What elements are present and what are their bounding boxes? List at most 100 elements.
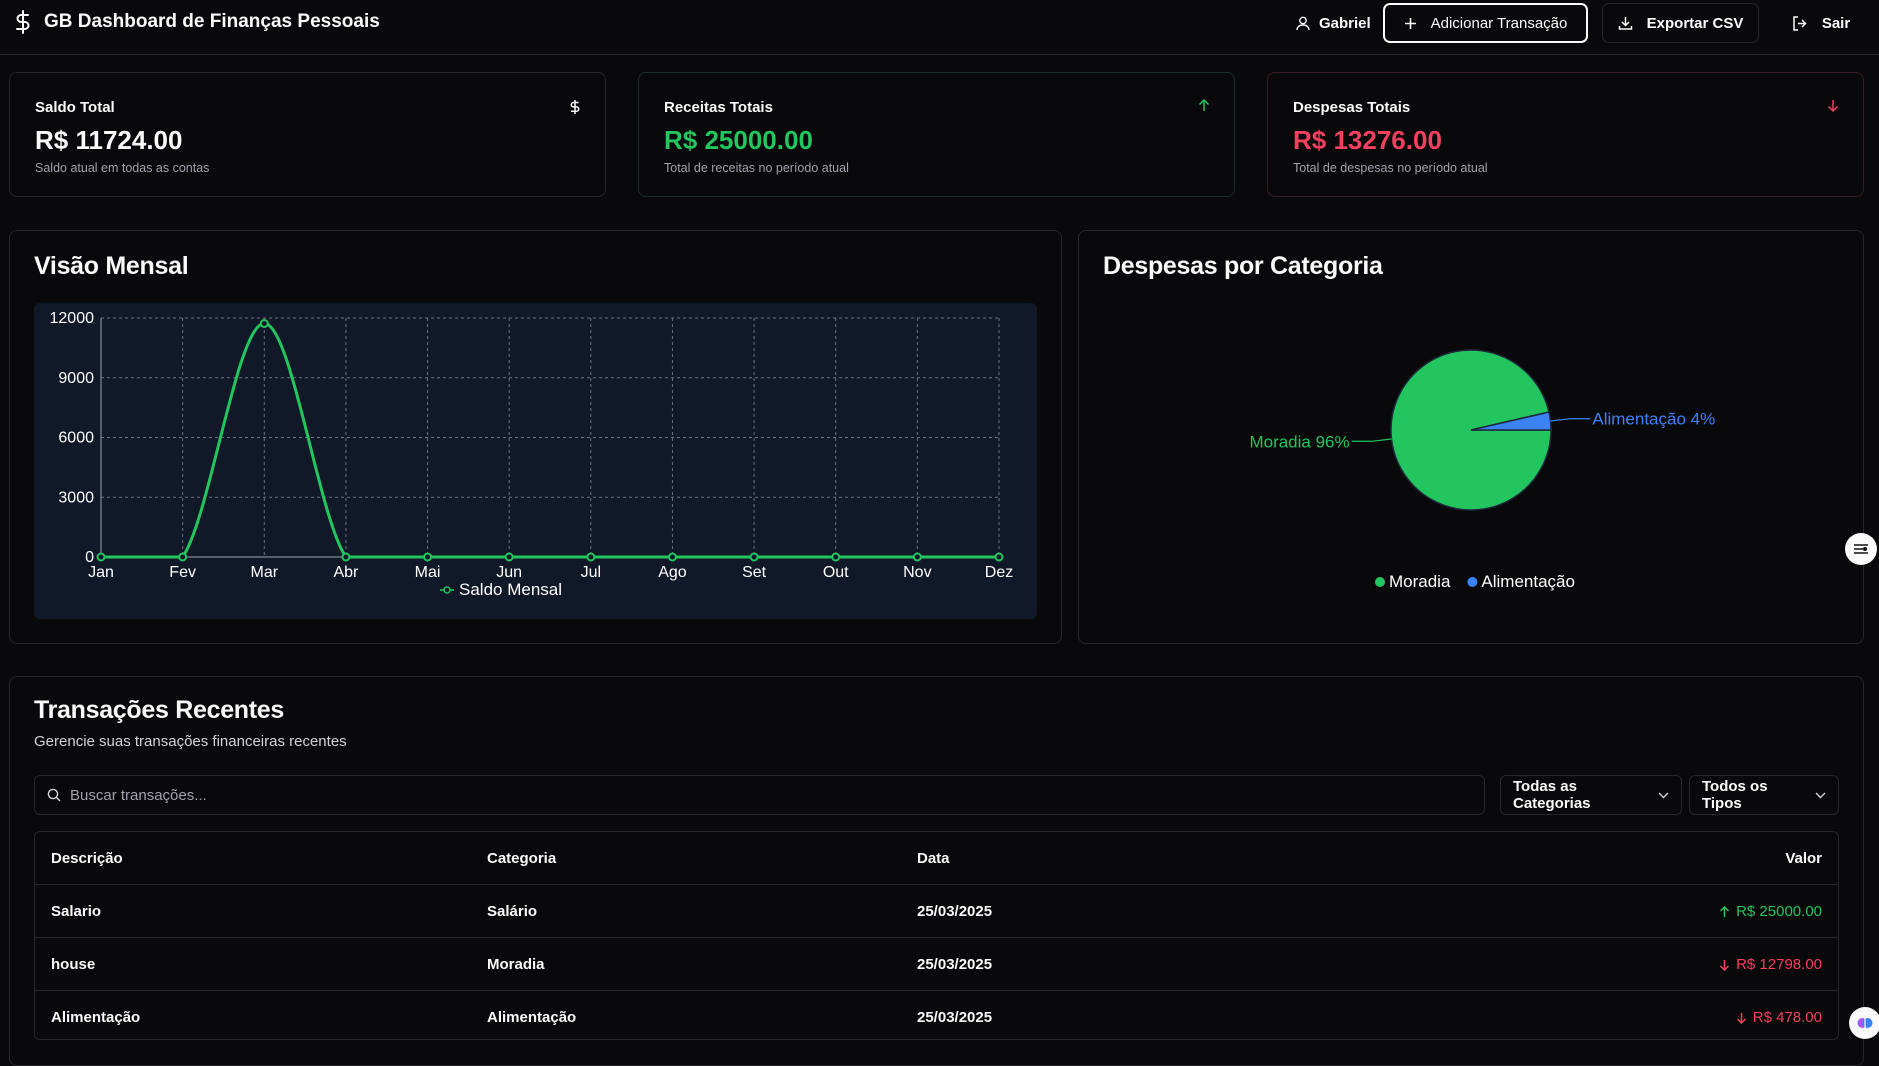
data-point[interactable] bbox=[178, 552, 188, 562]
logout-icon bbox=[1792, 15, 1808, 31]
cell-value: R$ 12798.00 bbox=[1719, 938, 1822, 991]
stat-card-balance: Saldo Total R$ 11724.00 Saldo atual em t… bbox=[9, 72, 606, 197]
stat-card-income: Receitas Totais R$ 25000.00 Total de rec… bbox=[638, 72, 1235, 197]
plus-icon bbox=[1404, 17, 1417, 30]
assistant-widget-button[interactable] bbox=[1849, 1007, 1879, 1039]
legend-label: Saldo Mensal bbox=[459, 580, 562, 599]
x-tick-label: Out bbox=[823, 564, 849, 581]
column-header-description[interactable]: Descrição bbox=[51, 832, 123, 885]
add-transaction-button[interactable]: Adicionar Transação bbox=[1383, 3, 1588, 43]
x-tick-label: Fev bbox=[169, 564, 196, 581]
data-point[interactable] bbox=[586, 552, 596, 562]
table-row[interactable]: Alimentação Alimentação 25/03/2025 R$ 47… bbox=[35, 991, 1838, 1039]
data-point[interactable] bbox=[749, 552, 759, 562]
download-icon bbox=[1618, 16, 1633, 31]
y-tick-label: 9000 bbox=[58, 370, 94, 387]
table-row[interactable]: Salario Salário 25/03/2025 R$ 25000.00 bbox=[35, 885, 1838, 938]
data-point[interactable] bbox=[504, 552, 514, 562]
x-tick-label: Jul bbox=[581, 564, 601, 581]
pie-label-line bbox=[1351, 438, 1392, 442]
export-csv-button[interactable]: Exportar CSV bbox=[1602, 3, 1759, 43]
brand: GB Dashboard de Finanças Pessoais bbox=[12, 10, 380, 34]
pie-slice-label: Alimentação 4% bbox=[1592, 410, 1715, 429]
cell-category: Salário bbox=[487, 903, 538, 920]
stat-subtitle: Total de despesas no período atual bbox=[1293, 161, 1488, 175]
user-name: Gabriel bbox=[1319, 14, 1371, 32]
dollar-icon bbox=[569, 99, 581, 115]
x-tick-label: Ago bbox=[658, 564, 687, 581]
pie-chart: Moradia 96% Alimentação 4% Moradia Alimenta… bbox=[1079, 290, 1863, 620]
user-icon bbox=[1296, 16, 1310, 31]
cell-description: Salario bbox=[51, 903, 102, 920]
export-csv-label: Exportar CSV bbox=[1646, 14, 1744, 32]
transactions-subtitle: Gerencie suas transações financeiras rec… bbox=[34, 733, 347, 750]
dollar-logo-icon bbox=[12, 10, 34, 34]
column-header-category[interactable]: Categoria bbox=[487, 832, 556, 885]
stat-value: R$ 11724.00 bbox=[35, 125, 183, 155]
pie-slice-label: Moradia 96% bbox=[1249, 432, 1349, 451]
app-title: GB Dashboard de Finanças Pessoais bbox=[44, 11, 380, 32]
category-title: Despesas por Categoria bbox=[1103, 252, 1383, 280]
add-transaction-label: Adicionar Transação bbox=[1430, 14, 1568, 32]
transactions-table: Descrição Categoria Data Valor Salario S… bbox=[34, 831, 1839, 1040]
series-line-saldo-mensal bbox=[101, 321, 999, 559]
data-point[interactable] bbox=[831, 552, 841, 562]
pie-legend: Moradia Alimentação bbox=[1375, 572, 1575, 591]
x-tick-label: Mar bbox=[250, 564, 278, 581]
data-point[interactable] bbox=[341, 552, 351, 562]
stat-title: Receitas Totais bbox=[664, 99, 773, 116]
data-point[interactable] bbox=[912, 552, 922, 562]
user-menu[interactable]: Gabriel bbox=[1296, 12, 1371, 34]
stat-card-expense: Despesas Totais R$ 13276.00 Total de des… bbox=[1267, 72, 1864, 197]
legend-label: Moradia bbox=[1389, 572, 1451, 591]
chart-legend: Saldo Mensal bbox=[440, 580, 562, 599]
column-header-value[interactable]: Valor bbox=[1785, 832, 1822, 885]
arrow-down-icon bbox=[1827, 99, 1839, 112]
cell-category: Moradia bbox=[487, 956, 545, 973]
logout-button[interactable]: Sair bbox=[1776, 3, 1866, 43]
x-tick-label: Set bbox=[742, 564, 767, 581]
table-header: Descrição Categoria Data Valor bbox=[35, 832, 1838, 885]
search-input[interactable] bbox=[70, 786, 1450, 804]
category-filter-value: Todas as Categorias bbox=[1513, 778, 1591, 812]
x-tick-label: Dez bbox=[985, 564, 1013, 581]
y-tick-label: 6000 bbox=[58, 430, 94, 447]
x-tick-label: Jun bbox=[496, 564, 522, 581]
x-tick-label: Nov bbox=[903, 564, 931, 581]
cell-value: R$ 25000.00 bbox=[1719, 885, 1822, 938]
arrow-down-icon bbox=[1736, 1012, 1747, 1024]
chevron-down-icon bbox=[1658, 792, 1669, 799]
data-point[interactable] bbox=[667, 552, 677, 562]
value-amount: R$ 478.00 bbox=[1752, 1009, 1822, 1026]
monthly-chart: 0 3000 6000 9000 12000 Jan Fev Mar Abr Mai Jun Jul A… bbox=[34, 303, 1037, 619]
column-header-date[interactable]: Data bbox=[917, 832, 950, 885]
arrow-up-icon bbox=[1198, 99, 1210, 112]
x-tick-label: Jan bbox=[88, 564, 114, 581]
data-point[interactable] bbox=[96, 552, 106, 562]
settings-widget-button[interactable] bbox=[1845, 533, 1877, 565]
y-tick-label: 12000 bbox=[50, 310, 95, 327]
type-filter-select[interactable]: Todos os Tipos bbox=[1689, 775, 1839, 815]
cell-description: house bbox=[51, 956, 96, 973]
y-tick-label: 3000 bbox=[58, 489, 94, 506]
transactions-title: Transações Recentes bbox=[34, 696, 285, 724]
monthly-title: Visão Mensal bbox=[34, 252, 189, 280]
data-point[interactable] bbox=[259, 318, 269, 328]
category-filter-select[interactable]: Todas as Categorias bbox=[1500, 775, 1682, 815]
stat-title: Saldo Total bbox=[35, 99, 115, 116]
value-amount: R$ 12798.00 bbox=[1736, 956, 1822, 973]
search-box[interactable] bbox=[34, 775, 1485, 815]
logout-label: Sair bbox=[1821, 14, 1851, 32]
top-bar: GB Dashboard de Finanças Pessoais Gabrie… bbox=[0, 0, 1879, 55]
legend-dot bbox=[1467, 577, 1478, 587]
cell-value: R$ 478.00 bbox=[1736, 991, 1822, 1039]
stat-value: R$ 13276.00 bbox=[1293, 125, 1442, 155]
cell-date: 25/03/2025 bbox=[917, 1009, 993, 1026]
value-amount: R$ 25000.00 bbox=[1736, 903, 1822, 920]
table-row[interactable]: house Moradia 25/03/2025 R$ 12798.00 bbox=[35, 938, 1838, 991]
data-point[interactable] bbox=[423, 552, 433, 562]
data-point[interactable] bbox=[994, 552, 1004, 562]
cell-category: Alimentação bbox=[487, 1009, 577, 1026]
stat-subtitle: Total de receitas no período atual bbox=[664, 161, 849, 175]
cell-description: Alimentação bbox=[51, 1009, 141, 1026]
